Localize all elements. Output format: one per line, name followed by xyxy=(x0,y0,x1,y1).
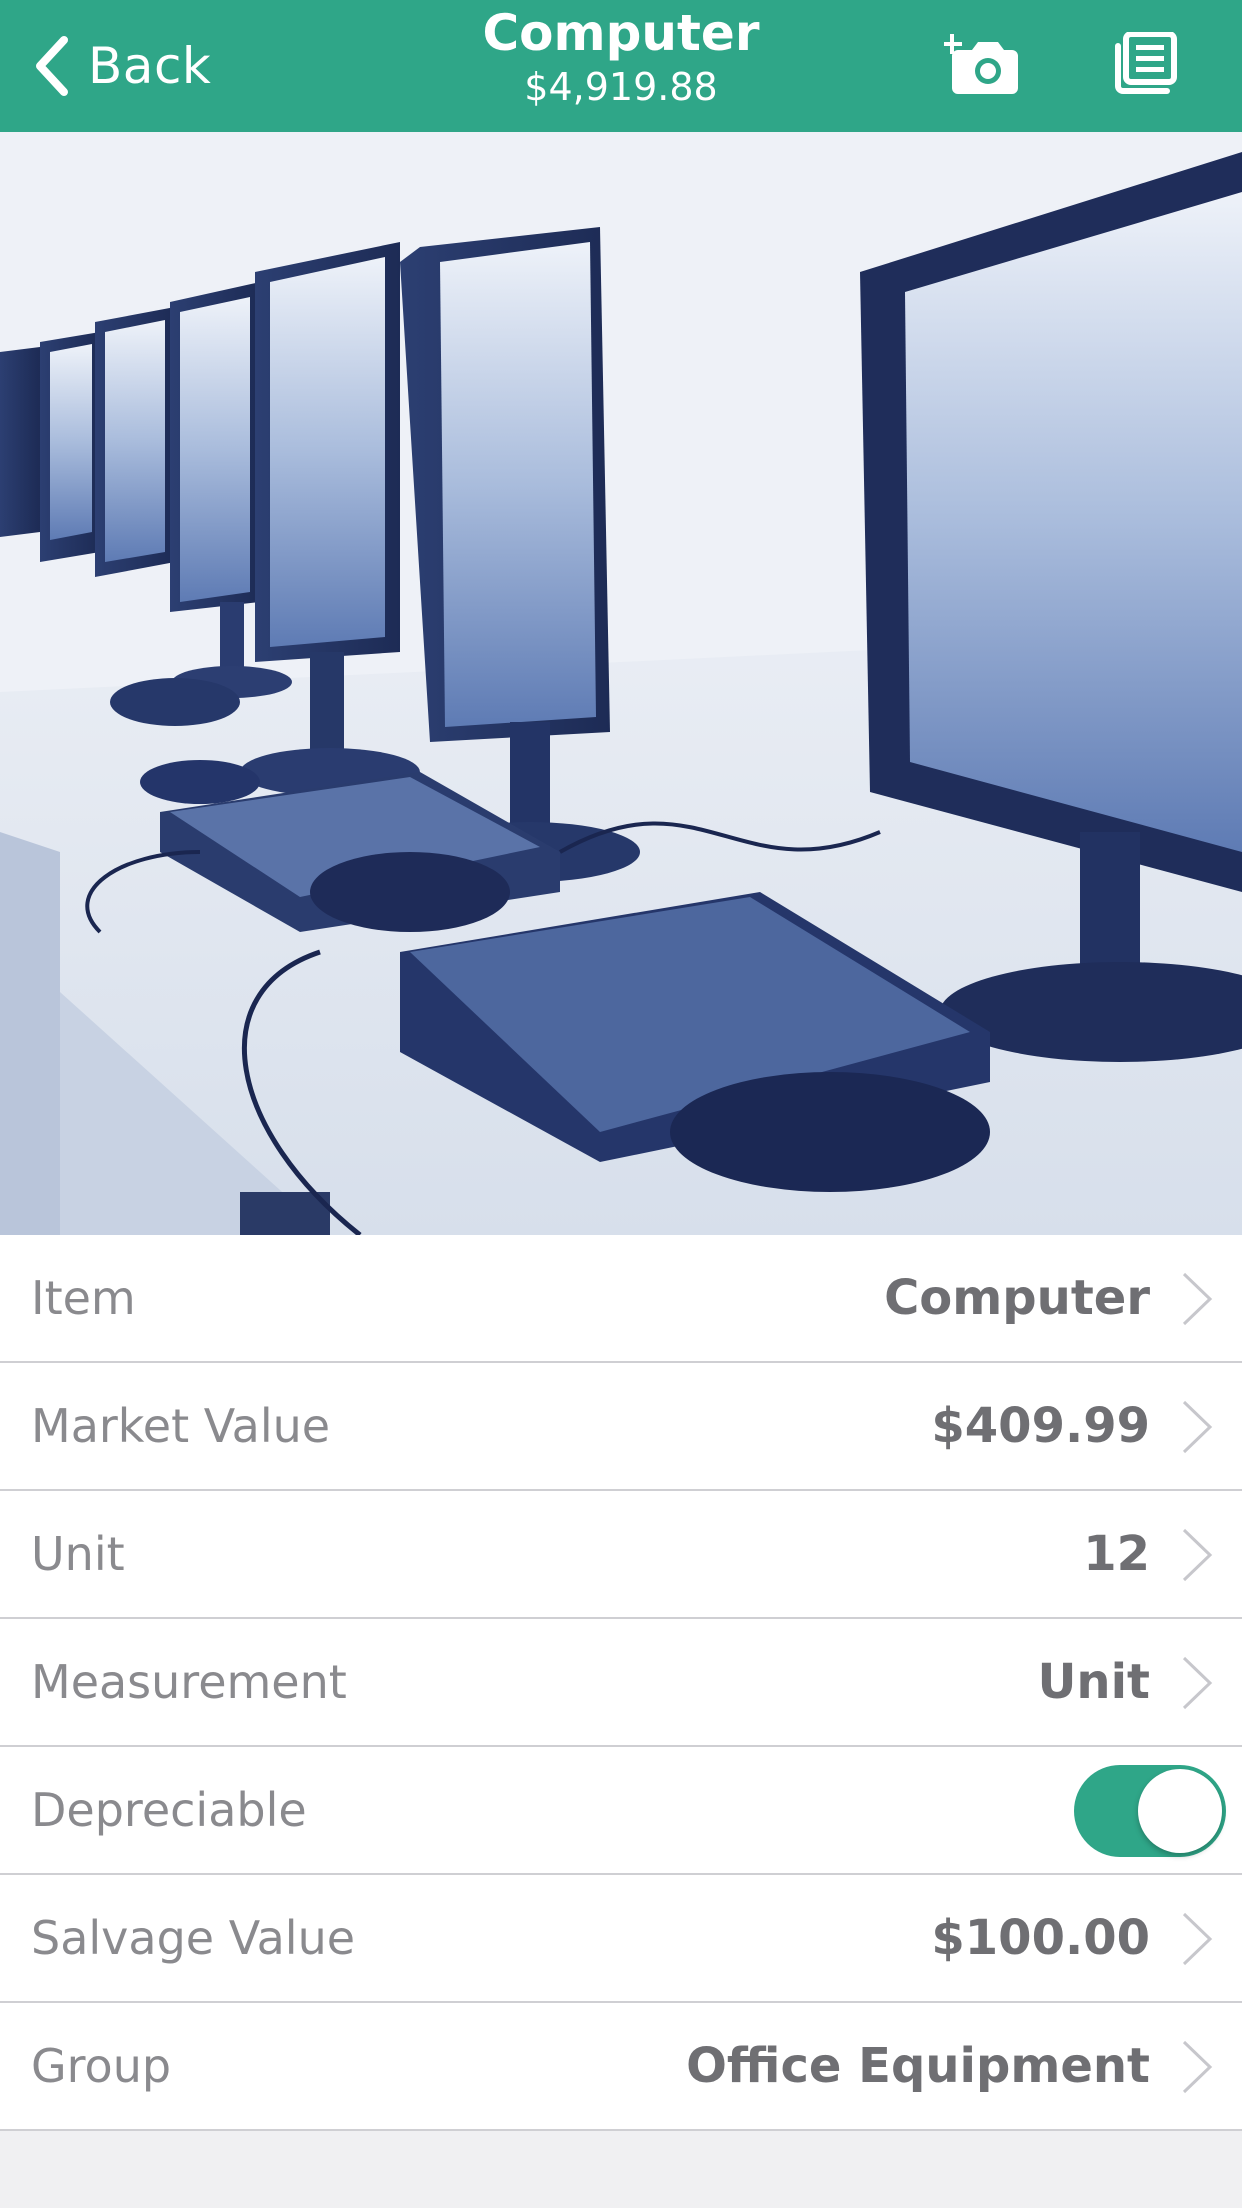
depreciable-toggle[interactable] xyxy=(1074,1765,1226,1857)
row-market-value[interactable]: Market Value $409.99 xyxy=(0,1363,1242,1491)
chevron-left-icon xyxy=(36,36,68,96)
chevron-right-icon xyxy=(1182,1400,1213,1454)
item-photo[interactable] xyxy=(0,132,1242,1235)
row-unit[interactable]: Unit 12 xyxy=(0,1491,1242,1619)
chevron-right-icon xyxy=(1182,1272,1213,1326)
group-label: Group xyxy=(31,2039,172,2093)
chevron-right-icon xyxy=(1182,1656,1213,1710)
add-photo-camera-icon[interactable] xyxy=(944,26,1022,100)
item-label: Item xyxy=(31,1271,136,1325)
row-group[interactable]: Group Office Equipment xyxy=(0,2003,1242,2131)
chevron-right-icon xyxy=(1182,2040,1213,2094)
group-value: Office Equipment xyxy=(686,2038,1150,2094)
measurement-value: Unit xyxy=(1037,1654,1150,1710)
market-value-label: Market Value xyxy=(31,1399,331,1453)
row-item[interactable]: Item Computer xyxy=(0,1235,1242,1363)
unit-value: 12 xyxy=(1083,1526,1150,1582)
item-value: Computer xyxy=(884,1270,1150,1326)
unit-label: Unit xyxy=(31,1527,125,1581)
total-value: $4,919.88 xyxy=(524,65,718,109)
document-list-icon[interactable] xyxy=(1112,32,1178,94)
chevron-right-icon xyxy=(1182,1528,1213,1582)
measurement-label: Measurement xyxy=(31,1655,347,1709)
computer-lab-illustration xyxy=(0,132,1242,1235)
row-measurement[interactable]: Measurement Unit xyxy=(0,1619,1242,1747)
chevron-right-icon xyxy=(1182,1912,1213,1966)
row-salvage-value[interactable]: Salvage Value $100.00 xyxy=(0,1875,1242,2003)
back-label: Back xyxy=(88,37,212,95)
row-depreciable: Depreciable xyxy=(0,1747,1242,1875)
page-title: Computer xyxy=(482,4,760,62)
bottom-background xyxy=(0,2133,1242,2208)
navigation-bar: Back Computer $4,919.88 xyxy=(0,0,1242,132)
market-value-value: $409.99 xyxy=(931,1398,1150,1454)
title-block: Computer $4,919.88 xyxy=(300,0,942,110)
salvage-value-value: $100.00 xyxy=(931,1910,1150,1966)
back-button[interactable]: Back xyxy=(30,26,211,106)
item-details-list: Item Computer Market Value $409.99 Unit … xyxy=(0,1235,1242,2131)
salvage-value-label: Salvage Value xyxy=(31,1911,356,1965)
toggle-knob xyxy=(1138,1769,1222,1853)
depreciable-label: Depreciable xyxy=(31,1783,307,1837)
